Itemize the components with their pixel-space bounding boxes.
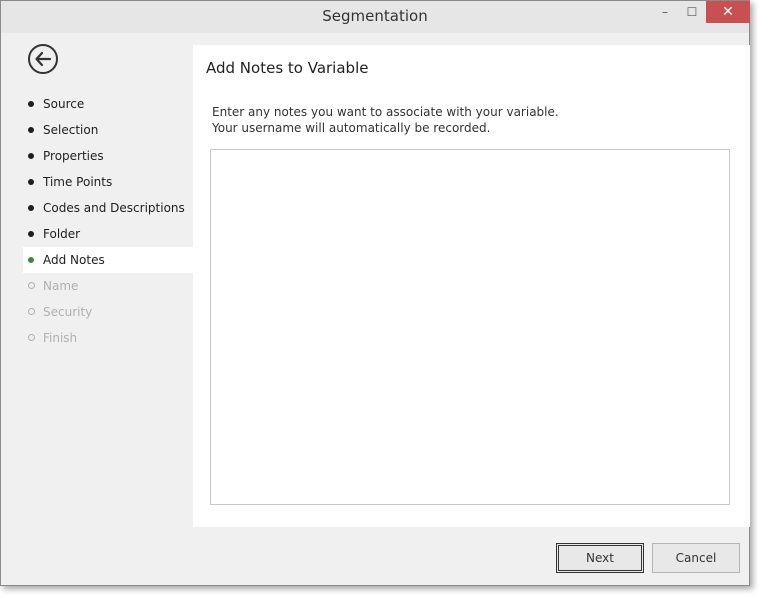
back-button[interactable] <box>28 44 58 74</box>
step-complete-bullet-icon <box>28 179 34 185</box>
title-bar[interactable]: Segmentation – ☐ ✕ <box>1 1 750 33</box>
nav-step-label: Properties <box>43 149 104 163</box>
instruction-line-1: Enter any notes you want to associate wi… <box>212 105 559 119</box>
minimize-button[interactable]: – <box>651 1 679 23</box>
nav-step-label: Source <box>43 97 85 111</box>
maximize-button[interactable]: ☐ <box>679 1 705 23</box>
nav-step-label: Security <box>43 305 93 319</box>
nav-step-codes-and-descriptions[interactable]: Codes and Descriptions <box>23 195 193 221</box>
step-complete-bullet-icon <box>28 153 34 159</box>
step-complete-bullet-icon <box>28 231 34 237</box>
content-panel: Add Notes to Variable Enter any notes yo… <box>193 45 750 527</box>
nav-step-label: Finish <box>43 331 78 345</box>
nav-step-label: Folder <box>43 227 81 241</box>
nav-step-name: Name <box>23 273 193 299</box>
instruction-text: Enter any notes you want to associate wi… <box>212 104 559 136</box>
notes-textarea[interactable] <box>210 149 730 505</box>
nav-step-security: Security <box>23 299 193 325</box>
instruction-line-2: Your username will automatically be reco… <box>212 121 491 135</box>
wizard-window: Segmentation – ☐ ✕ Source Selection Prop… <box>0 0 750 586</box>
nav-step-label: Name <box>43 279 79 293</box>
nav-step-finish: Finish <box>23 325 193 351</box>
nav-step-properties[interactable]: Properties <box>23 143 193 169</box>
nav-step-label: Add Notes <box>43 253 105 267</box>
page-title: Add Notes to Variable <box>206 59 369 77</box>
back-arrow-icon <box>35 51 52 67</box>
step-pending-bullet-icon <box>28 334 35 341</box>
nav-step-folder[interactable]: Folder <box>23 221 193 247</box>
nav-step-label: Codes and Descriptions <box>43 201 185 215</box>
step-complete-bullet-icon <box>28 127 34 133</box>
nav-step-time-points[interactable]: Time Points <box>23 169 193 195</box>
nav-step-add-notes[interactable]: Add Notes <box>23 247 193 273</box>
window-title: Segmentation <box>322 7 428 25</box>
nav-step-source[interactable]: Source <box>23 91 193 117</box>
cancel-button[interactable]: Cancel <box>652 543 740 573</box>
nav-step-selection[interactable]: Selection <box>23 117 193 143</box>
step-active-bullet-icon <box>28 257 34 263</box>
wizard-steps-nav: Source Selection Properties Time Points … <box>23 91 193 351</box>
step-pending-bullet-icon <box>28 308 35 315</box>
nav-step-label: Time Points <box>43 175 113 189</box>
nav-step-label: Selection <box>43 123 99 137</box>
step-complete-bullet-icon <box>28 101 34 107</box>
step-complete-bullet-icon <box>28 205 34 211</box>
step-pending-bullet-icon <box>28 282 35 289</box>
next-button[interactable]: Next <box>556 543 644 573</box>
wizard-body: Source Selection Properties Time Points … <box>9 33 750 579</box>
close-button[interactable]: ✕ <box>706 1 750 23</box>
